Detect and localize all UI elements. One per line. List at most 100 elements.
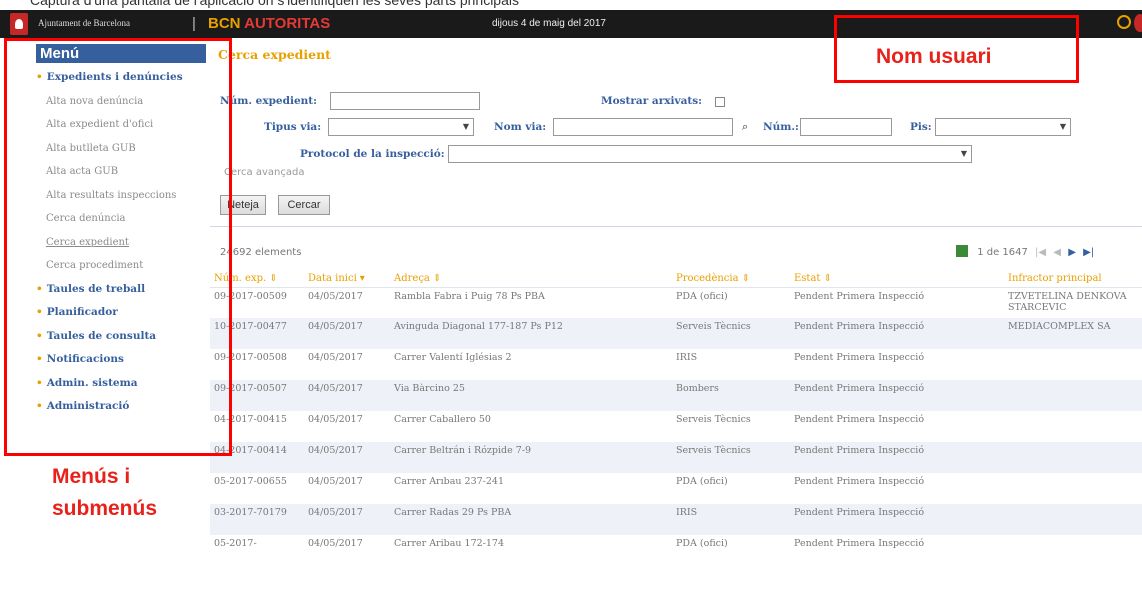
menus-highlight-box — [4, 38, 232, 456]
road-name-input[interactable] — [553, 118, 733, 136]
app-name[interactable]: BCN AUTORITAS — [208, 15, 330, 32]
column-header[interactable]: Adreça ⇕ — [390, 271, 672, 288]
table-cell: PDA (ofici) — [676, 538, 728, 549]
table-cell — [1004, 504, 1142, 535]
table-cell: Pendent Primera Inspecció — [794, 476, 925, 487]
table-row[interactable]: 04-2017-00415 04/05/2017 Carrer Caballero … — [210, 411, 1142, 442]
sort-icon[interactable]: ⇕ — [269, 273, 277, 284]
header-separator: | — [192, 15, 196, 32]
table-row[interactable]: 05-2017- 04/05/2017 Carrer Aribau 172-174 P… — [210, 535, 1142, 566]
table-row[interactable]: 03-2017-70179 04/05/2017 Carrer Radas 29 P… — [210, 504, 1142, 535]
table-cell: 04/05/2017 — [304, 504, 390, 535]
pager-text: 1 de 1647 — [977, 247, 1028, 258]
menus-annotation-line2: submenús — [52, 497, 158, 520]
inspection-protocol-label: Protocol de la inspecció: — [300, 148, 445, 160]
table-row[interactable]: 09-2017-00509 04/05/2017 Rambla Fabra i Pu… — [210, 287, 1142, 318]
table-cell: Carrer Radas 29 Ps PBA — [390, 504, 672, 535]
floor-select[interactable]: ▼ — [935, 118, 1071, 136]
table-cell: 04/05/2017 — [308, 476, 363, 487]
table-cell: 04/05/2017 — [308, 538, 363, 549]
advanced-search-link[interactable]: Cerca avançada — [224, 167, 304, 178]
table-cell: 04/05/2017 — [308, 414, 363, 425]
expedient-number-input[interactable] — [330, 92, 480, 110]
table-cell: IRIS — [672, 504, 790, 535]
sort-icon[interactable]: ⇕ — [742, 273, 750, 284]
results-table: Núm. exp. ⇕ Data inici ▾ Adreça ⇕ Procedència ⇕… — [210, 271, 1142, 566]
column-header-label: Procedència — [676, 273, 739, 285]
column-header-label: Estat — [794, 273, 821, 285]
table-cell: Carrer Arıbau 237-241 — [394, 476, 504, 487]
table-cell: Serveis Tècnics — [672, 318, 790, 349]
chevron-down-icon: ▼ — [960, 149, 967, 158]
table-row[interactable]: 10-2017-00477 04/05/2017 Avinguda Diagonal… — [210, 318, 1142, 349]
barcelona-logo-icon[interactable] — [10, 13, 28, 35]
show-archived-label: Mostrar arxivats: — [601, 95, 703, 107]
chevron-down-icon: ▼ — [462, 122, 469, 131]
table-cell: 04/05/2017 — [304, 380, 390, 411]
main-content: Cerca expedient Núm. expedient: Mostrar … — [210, 38, 1142, 590]
app-name-suffix: AUTORITAS — [244, 15, 331, 32]
header-date: dijous 4 de maig del 2017 — [492, 18, 606, 29]
first-page-icon[interactable]: |◀ — [1035, 247, 1046, 258]
table-cell: 05-2017- — [214, 538, 257, 549]
column-header-label: Data inici — [308, 273, 357, 285]
table-cell: Pendent Primera Inspecció — [790, 504, 1004, 535]
table-cell: Serveis Tècnics — [676, 414, 751, 425]
menus-annotation-line1: Menús i — [52, 465, 131, 488]
divider — [210, 226, 1142, 227]
table-cell: Pendent Primera Inspecció — [790, 380, 1004, 411]
search-button[interactable]: Cercar — [278, 195, 330, 215]
column-header[interactable]: Estat ⇕ — [790, 271, 1004, 288]
binoculars-icon[interactable]: ⌕ — [742, 120, 748, 134]
excel-export-icon[interactable] — [956, 245, 968, 257]
show-archived-checkbox[interactable] — [715, 97, 725, 107]
table-cell — [1004, 442, 1142, 473]
floor-label: Pis: — [910, 121, 932, 133]
table-cell: Pendent Primera Inspecció — [790, 442, 1004, 473]
column-header[interactable]: Infractor principal — [1004, 271, 1142, 288]
table-cell: Pendent Primera Inspecció — [790, 318, 1004, 349]
chevron-down-icon: ▼ — [1059, 122, 1066, 131]
user-logo-icon[interactable] — [1134, 14, 1142, 32]
sort-icon[interactable]: ▾ — [360, 273, 365, 284]
table-cell: Serveis Tècnics — [672, 442, 790, 473]
table-row[interactable]: 09-2017-00508 04/05/2017 Carrer Valentí Ig… — [210, 349, 1142, 380]
next-page-icon[interactable]: ▶ — [1068, 247, 1076, 258]
table-row[interactable]: 05-2017-00655 04/05/2017 Carrer Arıbau 237… — [210, 473, 1142, 504]
table-cell: Pendent Primera Inspecció — [794, 414, 925, 425]
column-header[interactable]: Data inici ▾ — [304, 271, 390, 288]
table-row[interactable]: 04-2017-00414 04/05/2017 Carrer Beltrán i … — [210, 442, 1142, 473]
table-row[interactable]: 09-2017-00507 04/05/2017 Via Bàrcino 25 Bom… — [210, 380, 1142, 411]
table-cell: Pendent Primera Inspecció — [794, 290, 925, 302]
street-number-input[interactable] — [800, 118, 892, 136]
user-name-annotation: Nom usuari — [876, 45, 992, 68]
table-body: 09-2017-00509 04/05/2017 Rambla Fabra i Pu… — [210, 287, 1142, 566]
table-cell: Pendent Primera Inspecció — [794, 352, 925, 363]
table-cell: PDA (ofici) — [676, 290, 728, 302]
table-header-row: Núm. exp. ⇕ Data inici ▾ Adreça ⇕ Procedència ⇕… — [210, 271, 1142, 288]
previous-page-icon[interactable]: ◀ — [1053, 247, 1061, 258]
column-header[interactable]: Procedència ⇕ — [672, 271, 790, 288]
table-cell: Carrer Aribau 172-174 — [394, 538, 504, 549]
table-cell: TZVETELINA DENKOVA STARCEVIC — [1008, 290, 1127, 313]
results-count: 24692 elements — [220, 247, 302, 258]
sort-icon[interactable]: ⇕ — [823, 273, 831, 284]
column-header-label: Infractor principal — [1008, 273, 1102, 285]
table-cell: 05-2017-00655 — [214, 476, 287, 487]
sort-icon[interactable]: ⇕ — [433, 273, 441, 284]
inspection-protocol-select[interactable]: ▼ — [448, 145, 972, 163]
road-type-label: Tipus via: — [264, 121, 322, 133]
table-cell: IRIS — [676, 352, 698, 363]
expedient-number-label: Núm. expedient: — [220, 95, 317, 107]
table-cell — [1004, 411, 1142, 442]
road-name-label: Nom via: — [494, 121, 547, 133]
table-cell: Carrer Valentí Iglésias 2 — [394, 352, 512, 363]
table-cell: 03-2017-70179 — [210, 504, 304, 535]
last-page-icon[interactable]: ▶| — [1083, 247, 1094, 258]
street-number-label: Núm.: — [763, 121, 799, 133]
table-cell — [1004, 473, 1142, 504]
road-type-select[interactable]: ▼ — [328, 118, 474, 136]
top-caption-strip: Captura d'una pantalla de l'aplicació on… — [0, 0, 1142, 10]
table-cell: Rambla Fabra i Puig 78 Ps PBA — [394, 290, 545, 302]
help-icon[interactable] — [1117, 15, 1131, 29]
